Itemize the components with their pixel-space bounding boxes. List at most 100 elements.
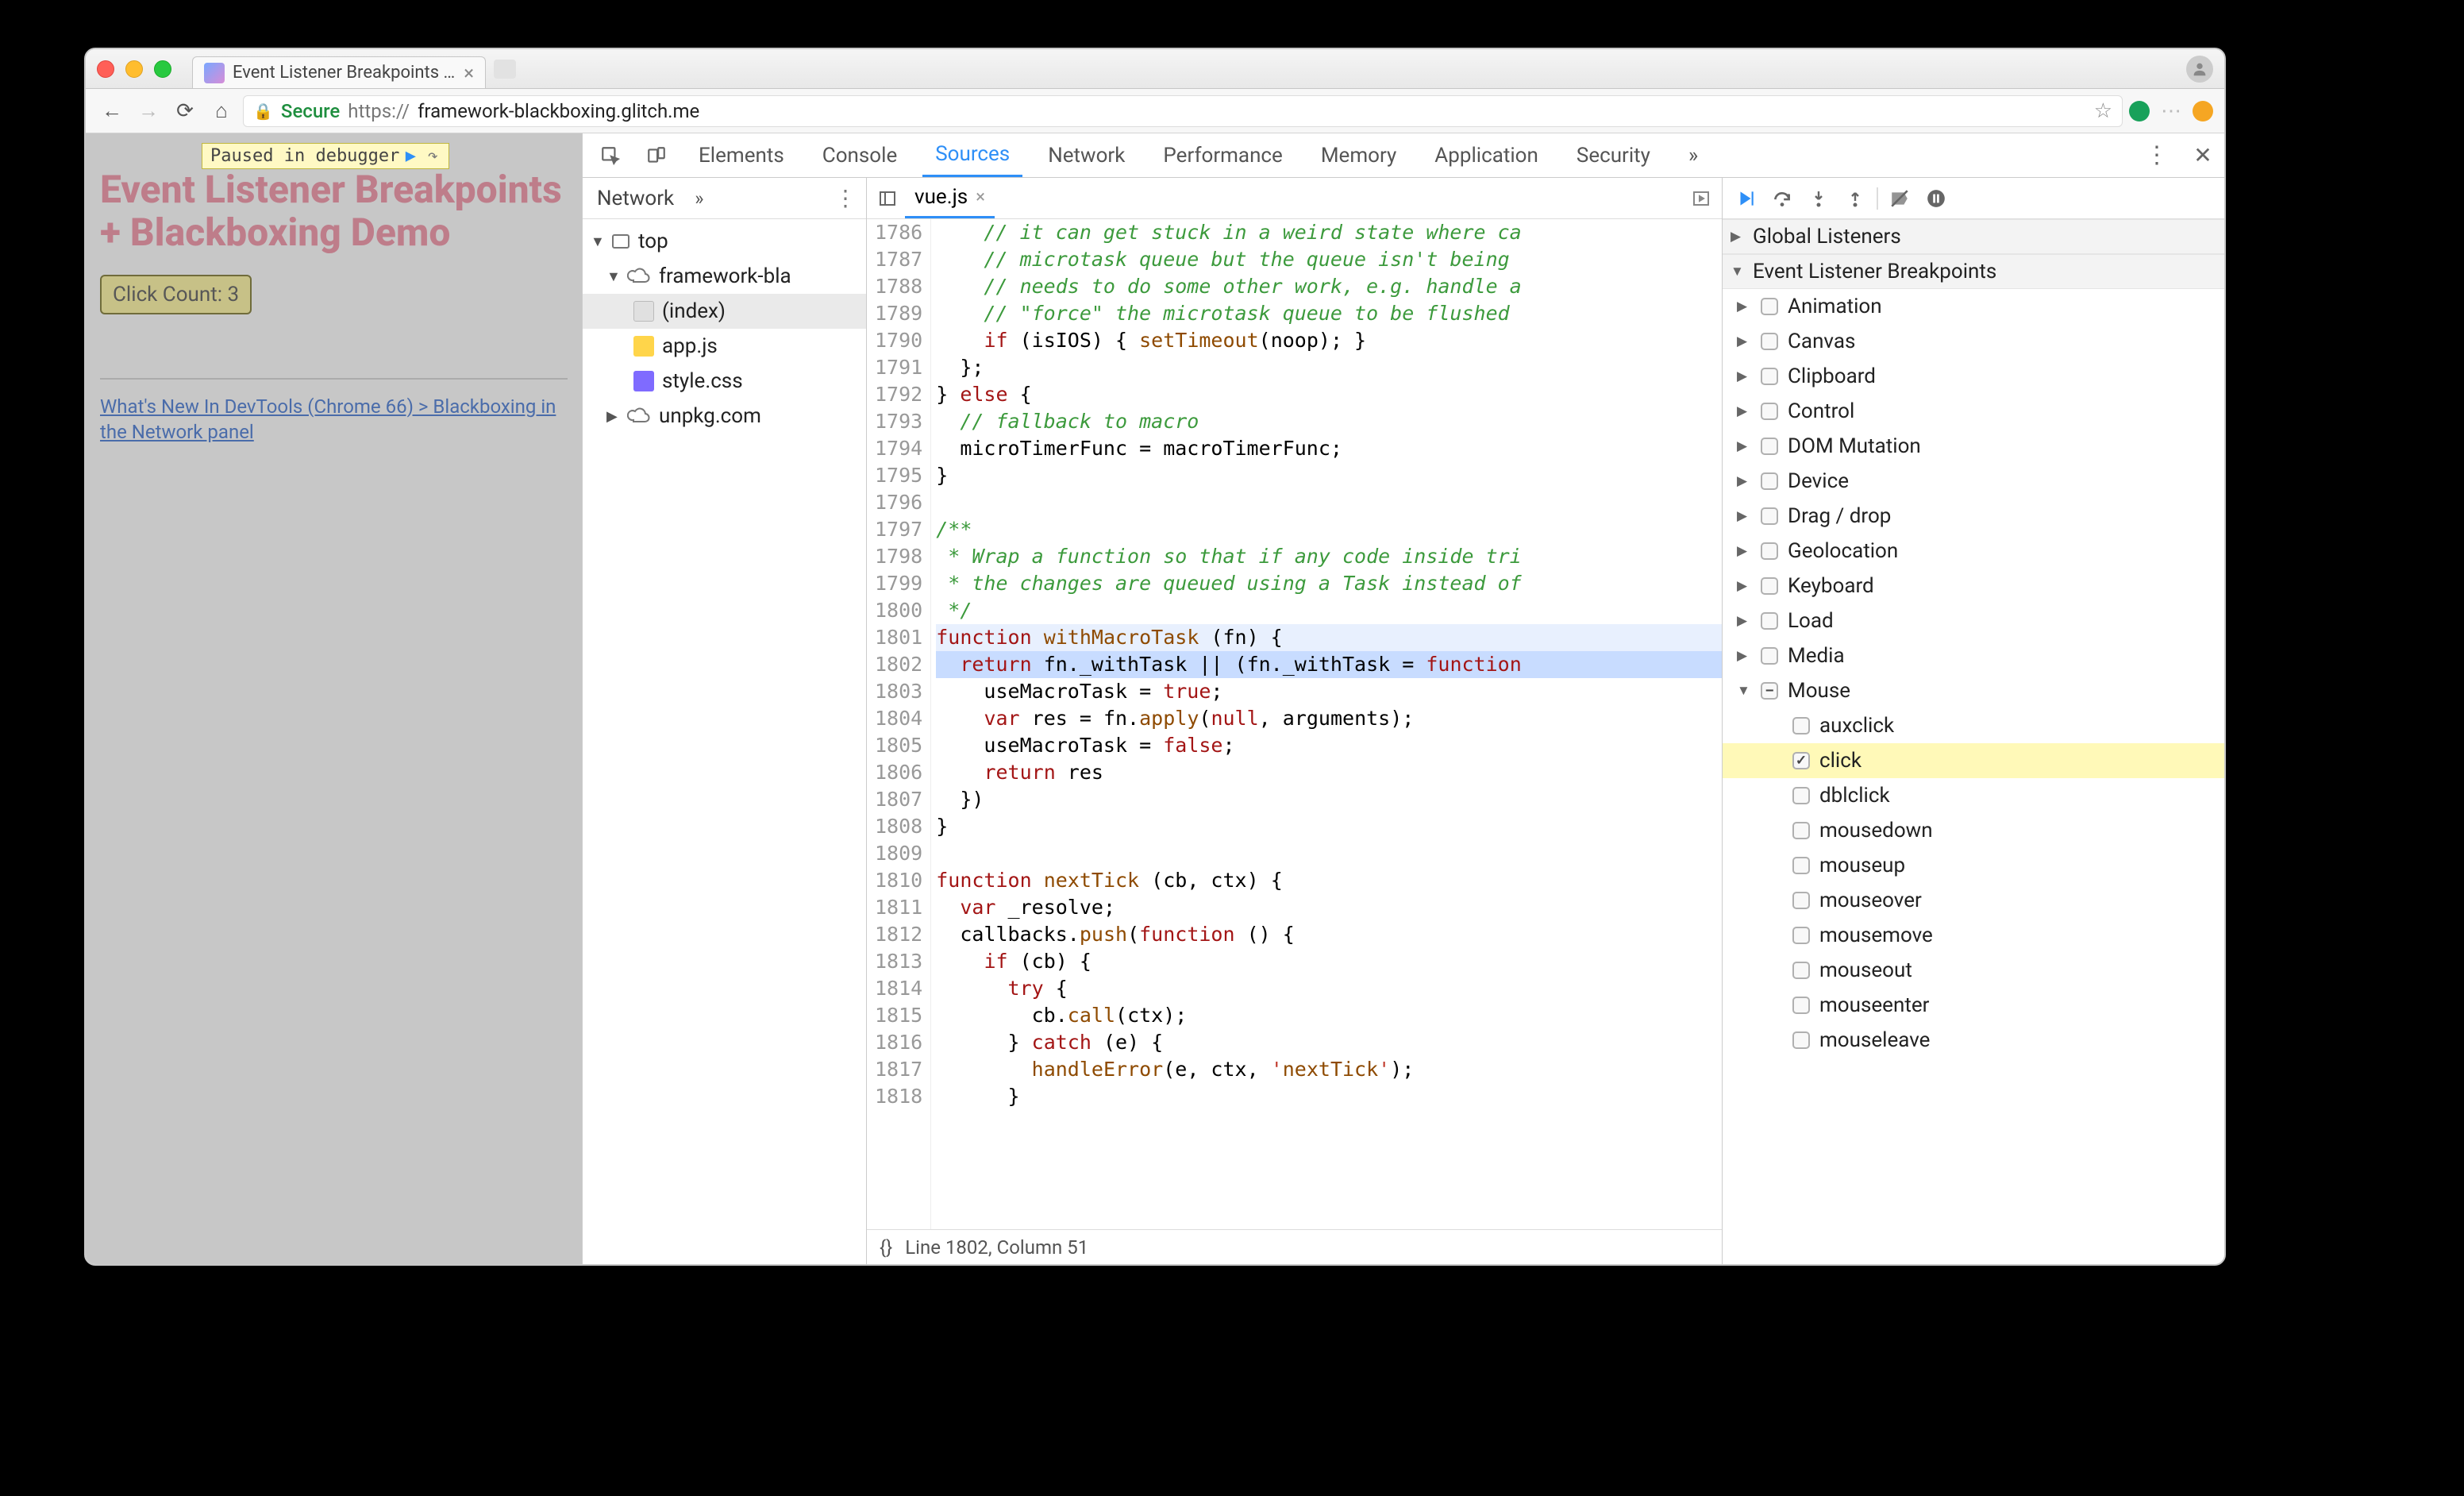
- checkbox-icon[interactable]: [1792, 962, 1810, 979]
- device-mode-icon[interactable]: [640, 133, 673, 177]
- bp-event[interactable]: mousedown: [1723, 813, 2224, 848]
- step-into-icon[interactable]: [1804, 183, 1834, 214]
- bp-category[interactable]: ▼Mouse: [1723, 673, 2224, 708]
- devtools-tab-performance[interactable]: Performance: [1150, 133, 1295, 177]
- bp-category[interactable]: ▶Animation: [1723, 289, 2224, 324]
- bp-event[interactable]: mouseenter: [1723, 988, 2224, 1023]
- checkbox-icon[interactable]: [1761, 682, 1778, 700]
- bookmark-star-icon[interactable]: ☆: [2094, 99, 2112, 123]
- bp-category[interactable]: ▶DOM Mutation: [1723, 429, 2224, 464]
- checkbox-icon[interactable]: [1792, 927, 1810, 944]
- checkbox-icon[interactable]: [1761, 472, 1778, 490]
- devtools-tab-network[interactable]: Network: [1035, 133, 1138, 177]
- code-editor[interactable]: 1786 1787 1788 1789 1790 1791 1792 1793 …: [867, 219, 1722, 1229]
- bp-category[interactable]: ▶Clipboard: [1723, 359, 2224, 394]
- checkbox-icon[interactable]: [1792, 997, 1810, 1014]
- code-line: function withMacroTask (fn) {: [936, 624, 1722, 651]
- navigator-tab[interactable]: Network: [587, 187, 683, 210]
- bp-event[interactable]: click: [1723, 743, 2224, 778]
- extension-menu-icon[interactable]: ⋯: [2156, 96, 2186, 126]
- checkbox-icon[interactable]: [1792, 892, 1810, 909]
- checkbox-icon[interactable]: [1761, 438, 1778, 455]
- devtools-tab-console[interactable]: Console: [810, 133, 910, 177]
- close-editor-tab-icon[interactable]: ×: [976, 187, 985, 207]
- checkbox-icon[interactable]: [1761, 298, 1778, 315]
- maximize-window-button[interactable]: [154, 60, 171, 78]
- bp-event[interactable]: dblclick: [1723, 778, 2224, 813]
- checkbox-icon[interactable]: [1761, 577, 1778, 595]
- bp-section[interactable]: ▶Global Listeners: [1723, 219, 2224, 254]
- profile-avatar[interactable]: [2186, 56, 2213, 83]
- checkbox-icon[interactable]: [1761, 507, 1778, 525]
- tree-file-appjs[interactable]: app.js: [662, 334, 718, 358]
- checkbox-icon[interactable]: [1761, 647, 1778, 665]
- bp-category[interactable]: ▶Control: [1723, 394, 2224, 429]
- devtools-tab-more[interactable]: »: [1676, 133, 1711, 177]
- step-over-icon[interactable]: [1767, 183, 1797, 214]
- close-tab-icon[interactable]: ×: [464, 62, 474, 84]
- extension-icon[interactable]: [2129, 101, 2150, 121]
- bp-section[interactable]: ▼Event Listener Breakpoints: [1723, 254, 2224, 289]
- step-out-icon[interactable]: [1840, 183, 1870, 214]
- devtools-tab-memory[interactable]: Memory: [1308, 133, 1409, 177]
- overlay-resume-icon[interactable]: ▶: [399, 146, 422, 166]
- file-tree[interactable]: ▼ top ▼ framework-bla (index) app.js sty…: [583, 219, 866, 1264]
- devtools-menu-icon[interactable]: ⋮: [2140, 133, 2173, 177]
- toggle-navigator-icon[interactable]: [873, 184, 902, 213]
- close-window-button[interactable]: [97, 60, 114, 78]
- extension-icon[interactable]: [2193, 101, 2213, 121]
- bp-event[interactable]: auxclick: [1723, 708, 2224, 743]
- bp-category[interactable]: ▶Geolocation: [1723, 534, 2224, 569]
- overlay-step-icon[interactable]: ↷: [422, 146, 444, 166]
- bp-category[interactable]: ▶Canvas: [1723, 324, 2224, 359]
- checkbox-icon[interactable]: [1792, 717, 1810, 735]
- minimize-window-button[interactable]: [125, 60, 143, 78]
- bp-event[interactable]: mouseout: [1723, 953, 2224, 988]
- bp-event[interactable]: mouseover: [1723, 883, 2224, 918]
- tree-file-style[interactable]: style.css: [662, 369, 743, 393]
- url-host: framework-blackboxing.glitch.me: [418, 100, 699, 122]
- tree-file-index[interactable]: (index): [662, 299, 726, 323]
- devtools-tab-sources[interactable]: Sources: [922, 133, 1022, 177]
- devtools-close-icon[interactable]: ✕: [2186, 133, 2220, 177]
- devtools-tab-elements[interactable]: Elements: [686, 133, 797, 177]
- bp-category[interactable]: ▶Device: [1723, 464, 2224, 499]
- checkbox-icon[interactable]: [1761, 333, 1778, 350]
- navigator-menu-icon[interactable]: ⋮: [830, 185, 861, 211]
- home-button[interactable]: ⌂: [206, 96, 237, 126]
- bp-category[interactable]: ▶Keyboard: [1723, 569, 2224, 603]
- navigator-more-icon[interactable]: »: [688, 187, 710, 210]
- tree-domain-unpkg[interactable]: unpkg.com: [659, 404, 761, 428]
- deactivate-breakpoints-icon[interactable]: [1885, 183, 1915, 214]
- bp-category[interactable]: ▶Media: [1723, 638, 2224, 673]
- bp-category[interactable]: ▶Load: [1723, 603, 2224, 638]
- pause-exceptions-icon[interactable]: [1921, 183, 1951, 214]
- bp-event[interactable]: mouseleave: [1723, 1023, 2224, 1058]
- checkbox-icon[interactable]: [1792, 787, 1810, 804]
- address-bar[interactable]: 🔒 Secure https://framework-blackboxing.g…: [243, 95, 2123, 127]
- checkbox-icon[interactable]: [1792, 857, 1810, 874]
- bp-category[interactable]: ▶Drag / drop: [1723, 499, 2224, 534]
- pretty-print-icon[interactable]: {}: [880, 1236, 892, 1259]
- bp-event[interactable]: mousemove: [1723, 918, 2224, 953]
- checkbox-icon[interactable]: [1792, 1031, 1810, 1049]
- bp-event[interactable]: mouseup: [1723, 848, 2224, 883]
- devtools-tab-application[interactable]: Application: [1422, 133, 1551, 177]
- devtools-tab-security[interactable]: Security: [1564, 133, 1663, 177]
- checkbox-icon[interactable]: [1761, 612, 1778, 630]
- checkbox-icon[interactable]: [1761, 368, 1778, 385]
- editor-tab[interactable]: vue.js ×: [905, 178, 995, 218]
- forward-button[interactable]: →: [133, 96, 164, 126]
- checkbox-icon[interactable]: [1761, 403, 1778, 420]
- new-tab-button[interactable]: [494, 60, 516, 79]
- checkbox-icon[interactable]: [1792, 822, 1810, 839]
- debugger-pane: ▶Global Listeners▼Event Listener Breakpo…: [1723, 178, 2224, 1264]
- reload-button[interactable]: ⟳: [170, 96, 200, 126]
- checkbox-icon[interactable]: [1792, 752, 1810, 769]
- resume-icon[interactable]: [1731, 183, 1761, 214]
- checkbox-icon[interactable]: [1761, 542, 1778, 560]
- toggle-debugger-pane-icon[interactable]: [1687, 184, 1715, 213]
- browser-tab[interactable]: Event Listener Breakpoints + B ×: [192, 56, 486, 88]
- inspect-element-icon[interactable]: [594, 133, 627, 177]
- back-button[interactable]: ←: [97, 96, 127, 126]
